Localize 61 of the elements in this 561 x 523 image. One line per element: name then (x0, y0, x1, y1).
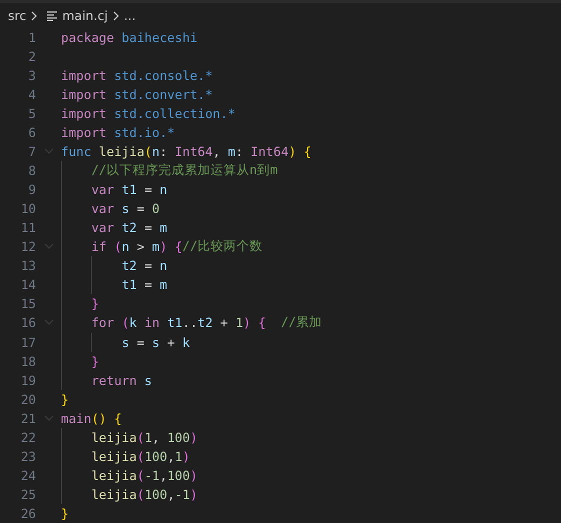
code-line: t1 = m (61, 275, 168, 294)
code-line: leijia(100,1) (61, 446, 190, 466)
code-line: } (61, 504, 69, 523)
line-number: 2 (27, 49, 36, 64)
line-number: 22 (20, 430, 36, 445)
code-line: import std.collection.* (61, 105, 236, 124)
code-line: func leijia(n: Int64, m: Int64) { (61, 143, 312, 162)
breadcrumb-more[interactable]: ... (124, 8, 136, 23)
fold-chevron-icon[interactable] (44, 243, 54, 250)
line-number: 20 (20, 392, 36, 407)
line-number: 26 (20, 506, 36, 521)
line-number: 10 (20, 201, 36, 216)
line-number: 12 (20, 239, 36, 254)
line-number: 19 (20, 372, 36, 388)
code-line: if (n > m) {//比较两个数 (61, 237, 263, 256)
code-line: import std.convert.* (61, 86, 213, 104)
line-number: 7 (27, 144, 36, 160)
chevron-right-icon (30, 10, 38, 20)
code-line: } (61, 352, 99, 371)
fold-chevron-icon[interactable] (44, 319, 54, 326)
line-number: 9 (27, 182, 36, 198)
fold-chevron-icon[interactable] (44, 148, 54, 156)
code-line: leijia(-1,100) (61, 466, 198, 485)
code-line: t2 = n (61, 256, 168, 276)
line-number: 1 (27, 30, 36, 46)
line-number: 16 (20, 315, 36, 330)
line-number: 6 (27, 125, 36, 140)
line-number: 8 (27, 163, 36, 178)
line-number: 24 (20, 468, 36, 483)
line-number: 14 (20, 277, 36, 292)
code-line: leijia(1, 100) (61, 428, 198, 447)
line-number: 11 (20, 220, 36, 236)
code-line: import std.console.* (61, 67, 213, 86)
code-line: import std.io.* (61, 124, 175, 142)
lines-icon (46, 10, 58, 20)
line-number: 25 (20, 486, 36, 502)
code-line: package baiheceshi (61, 29, 198, 48)
line-number: 5 (27, 106, 36, 122)
code-line: var t2 = m (61, 218, 168, 238)
line-number: 13 (20, 258, 36, 274)
code-line: s = s + k (61, 332, 190, 352)
line-number: 21 (20, 410, 36, 426)
code-line: for (k in t1..t2 + 1) { //累加 (61, 313, 322, 332)
code-line: } (61, 390, 69, 409)
line-number: 3 (27, 68, 36, 84)
line-number: 17 (20, 334, 36, 350)
line-number: 18 (20, 354, 36, 369)
code-line: var t1 = n (61, 180, 168, 200)
line-number: 4 (27, 87, 36, 102)
code-line: //以下程序完成累加运算从n到m (61, 161, 278, 180)
line-number: 23 (20, 448, 36, 464)
code-line: main() { (61, 410, 122, 428)
code-line: } (61, 294, 99, 314)
code-line: return s (61, 370, 152, 390)
breadcrumb-file[interactable]: main.cj (62, 8, 108, 23)
line-number: 15 (20, 296, 36, 312)
breadcrumb-folder[interactable]: src (8, 8, 26, 23)
code-line: var s = 0 (61, 199, 160, 218)
chevron-right-icon (112, 10, 120, 20)
fold-chevron-icon[interactable] (44, 414, 54, 422)
code-line: leijia(100,-1) (61, 484, 198, 504)
